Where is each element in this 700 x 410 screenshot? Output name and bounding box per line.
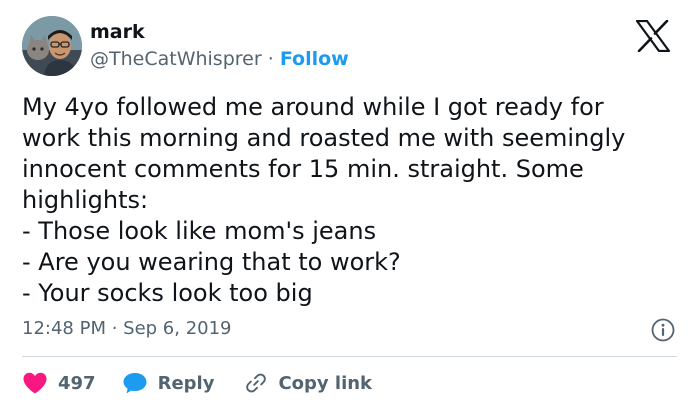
author-handle-row: @TheCatWhisprer · Follow <box>90 48 349 70</box>
like-button[interactable]: 497 <box>22 371 96 395</box>
action-bar: 497 Reply Copy link <box>22 368 372 398</box>
tweet-card: mark @TheCatWhisprer · Follow My 4yo fol… <box>0 0 700 410</box>
reply-button[interactable]: Reply <box>122 371 215 395</box>
copy-link-label: Copy link <box>278 372 373 394</box>
avatar-image <box>22 16 82 76</box>
tweet-line: innocent comments for 15 min. straight. … <box>22 155 584 183</box>
x-logo-icon[interactable] <box>635 19 671 53</box>
divider <box>22 356 677 357</box>
tweet-line: - Those look like mom's jeans <box>22 217 377 245</box>
tweet-line: - Your socks look too big <box>22 279 313 307</box>
heart-icon <box>23 372 47 394</box>
author-name[interactable]: mark <box>90 21 145 43</box>
speech-bubble-icon <box>123 373 147 394</box>
follow-button[interactable]: Follow <box>280 48 349 70</box>
copy-link-button[interactable]: Copy link <box>244 371 372 395</box>
avatar[interactable] <box>22 16 82 76</box>
tweet-text: My 4yo followed me around while I got re… <box>22 92 692 309</box>
like-count: 497 <box>58 372 96 394</box>
reply-label: Reply <box>157 372 215 394</box>
handle-separator: · <box>267 48 274 70</box>
link-icon <box>246 373 267 393</box>
tweet-line: work this morning and roasted me with se… <box>22 124 626 152</box>
tweet-line: highlights: <box>22 186 149 214</box>
author-handle[interactable]: @TheCatWhisprer <box>90 48 262 70</box>
tweet-line: - Are you wearing that to work? <box>22 248 401 276</box>
tweet-timestamp[interactable]: 12:48 PM · Sep 6, 2019 <box>22 318 232 339</box>
tweet-line: My 4yo followed me around while I got re… <box>22 93 604 121</box>
info-icon[interactable] <box>651 318 675 342</box>
